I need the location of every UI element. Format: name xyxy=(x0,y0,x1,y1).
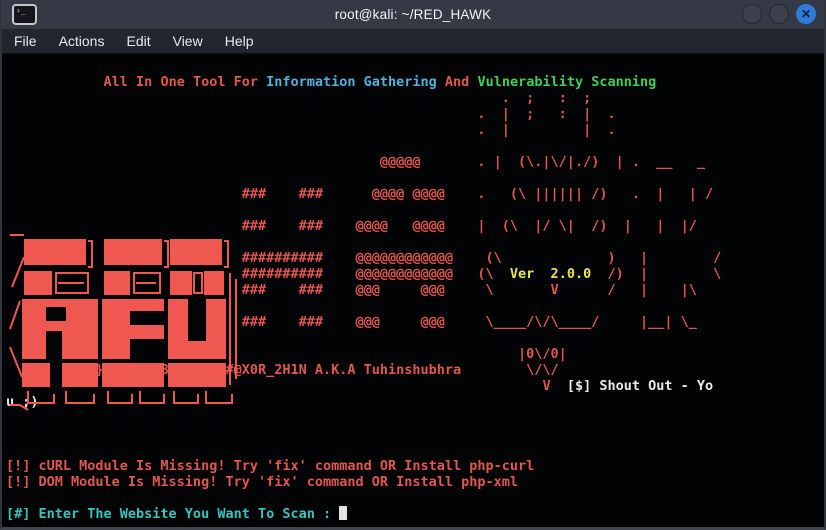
terminal-text: [!] cURL Module Is Missing! Try 'fix' co… xyxy=(6,458,534,474)
terminal-line xyxy=(6,170,824,186)
menu-item-actions[interactable]: Actions xyxy=(59,33,105,49)
menu-item-help[interactable]: Help xyxy=(225,33,254,49)
terminal-icon: ›_ xyxy=(12,4,37,25)
terminal-text: |0\/0| xyxy=(518,346,567,362)
terminal-line xyxy=(6,138,824,154)
terminal-text: And xyxy=(437,74,478,90)
window-title: root@kali: ~/RED_HAWK xyxy=(2,7,824,22)
terminal-line xyxy=(6,490,824,506)
terminal-line xyxy=(6,202,824,218)
close-button[interactable]: ✕ xyxy=(796,4,816,24)
terminal-line xyxy=(6,410,824,426)
terminal-line: ### ### @@@@ @@@@ . (\ |||||| /) . | | / xyxy=(6,186,824,202)
terminal-text: Ver 2.0.0 xyxy=(510,266,591,282)
terminal-line: . ; : ; xyxy=(6,90,824,106)
terminal-text: [#] Enter The Website You Want To Scan : xyxy=(6,506,339,522)
terminal-line xyxy=(6,442,824,458)
terminal-text: ### ### @@@ @@@ \____/\/\____/ |__| \_ xyxy=(242,314,697,330)
terminal-line: . | | . xyxy=(6,122,824,138)
terminal-text: ### ### @@@@ @@@@ . (\ |||||| /) . | | / xyxy=(242,186,713,202)
terminal-text: /) | \ xyxy=(591,266,721,282)
terminal-line: [!] DOM Module Is Missing! Try 'fix' com… xyxy=(6,474,824,490)
terminal-text: [$] Shout Out - Yo xyxy=(567,378,713,394)
terminal-text: @@@@@ . | (\.|\/|./) | . __ _ xyxy=(380,154,705,170)
terminal-text xyxy=(551,378,567,394)
terminal-text: Information Gathering xyxy=(266,74,437,90)
terminal-line: [#] Enter The Website You Want To Scan : xyxy=(6,506,824,522)
titlebar[interactable]: ›_ root@kali: ~/RED_HAWK ✕ xyxy=(2,0,824,29)
terminal-line xyxy=(6,426,824,442)
terminal-text: ########## @@@@@@@@@@@@ (\ xyxy=(242,266,510,282)
red-logo-graphic xyxy=(8,229,240,411)
terminal-text: Vulnerability Scanning xyxy=(477,74,656,90)
terminal-text: ### ### @@@@ @@@@ | (\ |/ \| /) | | |/ xyxy=(242,218,697,234)
menu-item-file[interactable]: File xyxy=(14,33,37,49)
maximize-button[interactable] xyxy=(769,4,789,24)
terminal-text: . | ; : | . xyxy=(477,106,615,122)
terminal-line: [!] cURL Module Is Missing! Try 'fix' co… xyxy=(6,458,824,474)
terminal-text: . ; : ; xyxy=(502,90,591,106)
terminal-text: ########## @@@@@@@@@@@@ (\ ) | / xyxy=(242,250,722,266)
menu-item-view[interactable]: View xyxy=(173,33,203,49)
terminal-icon-glyph: ›_ xyxy=(16,6,26,15)
menubar: File Actions Edit View Help xyxy=(2,29,824,55)
terminal-text: ### ### @@@ @@@ \ V / | |\ xyxy=(242,282,697,298)
terminal-text: . | | . xyxy=(477,122,615,138)
terminal-screen[interactable]: All In One Tool For Information Gatherin… xyxy=(2,57,824,530)
terminal-line: . | ; : | . xyxy=(6,106,824,122)
window-controls: ✕ xyxy=(742,4,816,24)
terminal-text: [!] DOM Module Is Missing! Try 'fix' com… xyxy=(6,474,518,490)
menu-item-edit[interactable]: Edit xyxy=(126,33,150,49)
terminal-text: V xyxy=(542,378,550,394)
terminal-window: ›_ root@kali: ~/RED_HAWK ✕ File Actions Ed… xyxy=(0,0,826,530)
minimize-button[interactable] xyxy=(742,4,762,24)
terminal-line: All In One Tool For Information Gatherin… xyxy=(6,74,824,90)
terminal-text: All In One Tool For xyxy=(104,74,267,90)
terminal-line: @@@@@ . | (\.|\/|./) | . __ _ xyxy=(6,154,824,170)
terminal-cursor[interactable] xyxy=(339,506,347,520)
